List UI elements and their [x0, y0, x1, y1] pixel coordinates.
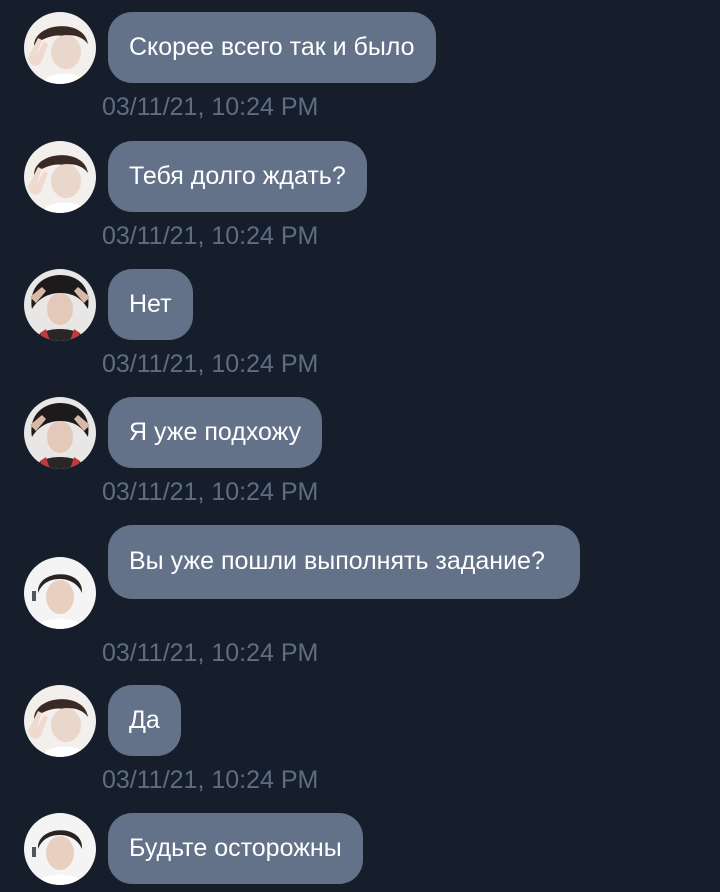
- message-timestamp: 03/11/21, 10:24 PM: [102, 478, 319, 506]
- message-timestamp: 03/11/21, 10:24 PM: [102, 639, 319, 667]
- avatar-hand-sign-icon: [24, 141, 96, 213]
- avatar-hand-sign-icon: [24, 12, 96, 84]
- sender-avatar[interactable]: [24, 813, 96, 885]
- sender-avatar[interactable]: [24, 397, 96, 469]
- sender-avatar[interactable]: [24, 12, 96, 84]
- avatar-hand-sign-icon: [24, 685, 96, 757]
- avatar-hands-on-head-icon: [24, 397, 96, 469]
- sender-avatar[interactable]: [24, 557, 96, 629]
- message-bubble[interactable]: Тебя долго ждать?: [108, 141, 367, 212]
- sender-avatar[interactable]: [24, 269, 96, 341]
- message-bubble[interactable]: Нет: [108, 269, 193, 340]
- avatar-portrait-icon: [24, 813, 96, 885]
- message-timestamp: 03/11/21, 10:24 PM: [102, 222, 319, 250]
- message-bubble[interactable]: Скорее всего так и было: [108, 12, 436, 83]
- chat-message-list[interactable]: Скорее всего так и было 03/11/21, 10:24 …: [0, 0, 720, 892]
- message-bubble[interactable]: Я уже подхожу: [108, 397, 323, 468]
- sender-avatar[interactable]: [24, 685, 96, 757]
- sender-avatar[interactable]: [24, 141, 96, 213]
- avatar-portrait-icon: [24, 557, 96, 629]
- avatar-hands-on-head-icon: [24, 269, 96, 341]
- message-bubble[interactable]: Будьте осторожны: [108, 813, 363, 884]
- message-bubble[interactable]: Да: [108, 685, 181, 756]
- message-bubble[interactable]: Вы уже пошли выполнять задание?: [108, 525, 580, 599]
- message-timestamp: 03/11/21, 10:24 PM: [102, 350, 319, 378]
- message-timestamp: 03/11/21, 10:24 PM: [102, 93, 319, 121]
- message-timestamp: 03/11/21, 10:24 PM: [102, 766, 319, 794]
